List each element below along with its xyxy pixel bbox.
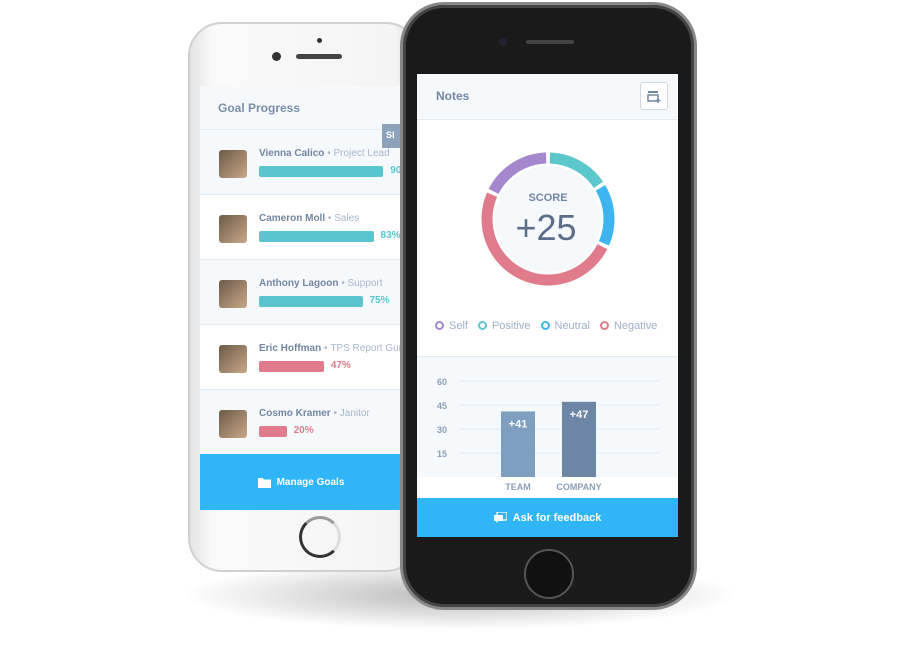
sensor — [317, 38, 322, 43]
name: Cameron Moll — [259, 213, 326, 224]
legend-label: Positive — [491, 320, 531, 332]
person-name: Cosmo Kramer • Janitor — [259, 408, 370, 419]
camera — [499, 38, 507, 46]
notes-header: Notes — [417, 74, 678, 120]
legend-label: Negative — [613, 320, 658, 332]
add-note-button[interactable] — [640, 82, 668, 110]
speaker — [526, 40, 574, 44]
list-item[interactable]: Eric Hoffman • TPS Report Guru 47% — [200, 325, 402, 390]
progress-bar — [259, 426, 287, 437]
score-donut: SCORE +25 — [481, 152, 615, 286]
bar-chart: 60 45 30 15 +41 TEAM +47 COMPANY — [417, 356, 678, 498]
person-name: Cameron Moll • Sales — [259, 213, 360, 224]
role: TPS Report Guru — [330, 343, 402, 354]
black-phone: Notes SCORE +25 Self Positive Neutral Negat… — [400, 2, 697, 610]
page-title: Notes — [436, 89, 470, 103]
home-button[interactable] — [524, 549, 574, 599]
progress-percent: 20% — [293, 425, 314, 436]
x-axis-band — [417, 477, 678, 498]
progress-bar — [259, 231, 374, 242]
progress-percent: 75% — [369, 295, 390, 306]
y-tick-label: 45 — [437, 401, 447, 411]
name: Eric Hoffman — [259, 343, 322, 354]
x-category-label: COMPANY — [556, 482, 601, 492]
x-category-label: TEAM — [505, 482, 531, 492]
avatar — [219, 345, 247, 373]
camera — [272, 52, 281, 61]
progress-percent: 83% — [380, 230, 401, 241]
legend-label: Self — [449, 320, 468, 332]
score-label: SCORE — [528, 192, 567, 204]
role: Project Lead — [333, 148, 390, 159]
legend-dot — [435, 321, 444, 330]
page-title: Goal Progress — [200, 86, 402, 130]
name: Anthony Lagoon — [259, 278, 339, 289]
legend-item: Self — [435, 320, 468, 332]
person-name: Anthony Lagoon • Support — [259, 278, 383, 289]
list-item[interactable]: Anthony Lagoon • Support 75% — [200, 260, 402, 325]
role: Janitor — [339, 408, 370, 419]
ask-feedback-label: Ask for feedback — [512, 511, 602, 524]
legend-dot — [477, 321, 487, 330]
folder-icon — [257, 477, 271, 488]
score-value: +25 — [515, 207, 576, 248]
legend-item: Neutral — [540, 320, 590, 332]
side-button[interactable]: SI — [382, 124, 402, 148]
legend-label: Neutral — [554, 320, 590, 332]
speaker — [296, 54, 342, 59]
manage-goals-label: Manage Goals — [276, 476, 345, 488]
avatar — [219, 280, 247, 308]
donut-segment-neutral — [595, 185, 615, 246]
person-name: Vienna Calico • Project Lead — [259, 148, 390, 159]
name: Cosmo Kramer — [259, 408, 331, 419]
avatar — [219, 215, 247, 243]
bar-value-label: +47 — [570, 409, 589, 421]
person-name: Eric Hoffman • TPS Report Guru — [259, 343, 402, 354]
donut-legend: Self Positive Neutral Negative — [435, 320, 657, 332]
progress-bar — [259, 361, 324, 372]
list-item[interactable]: Cosmo Kramer • Janitor 20% — [200, 390, 402, 455]
avatar — [219, 150, 247, 178]
add-note-icon — [647, 91, 661, 103]
home-button[interactable] — [299, 516, 341, 558]
list-item[interactable]: Cameron Moll • Sales 83% — [200, 195, 402, 260]
y-tick-label: 30 — [437, 425, 447, 435]
name: Vienna Calico — [259, 148, 325, 159]
legend-item: Negative — [599, 320, 658, 332]
manage-goals-button[interactable]: Manage Goals — [200, 454, 402, 510]
legend-dot — [599, 321, 609, 330]
legend-item: Positive — [477, 320, 531, 332]
bar-value-label: +41 — [509, 418, 528, 430]
y-tick-label: 15 — [437, 449, 447, 459]
feedback-icon — [493, 511, 507, 523]
role: Support — [347, 278, 383, 289]
ask-feedback-button[interactable]: Ask for feedback — [417, 498, 678, 537]
goal-progress-screen: Goal Progress Vienna Calico • Project Le… — [200, 86, 402, 510]
role: Sales — [334, 213, 360, 224]
progress-bar — [259, 296, 363, 307]
list-item[interactable]: Vienna Calico • Project Lead 90% — [200, 130, 402, 195]
y-tick-label: 60 — [437, 377, 447, 387]
notes-screen: Notes SCORE +25 Self Positive Neutral Negat… — [417, 74, 678, 537]
bar-chart-svg: 60 45 30 15 +41 TEAM +47 COMPANY — [417, 377, 678, 498]
avatar — [219, 410, 247, 438]
white-phone: Goal Progress Vienna Calico • Project Le… — [188, 22, 420, 572]
progress-bar — [259, 166, 384, 177]
legend-dot — [540, 321, 550, 330]
people-list: Vienna Calico • Project Lead 90% Cameron… — [200, 130, 402, 455]
progress-percent: 47% — [330, 360, 351, 371]
